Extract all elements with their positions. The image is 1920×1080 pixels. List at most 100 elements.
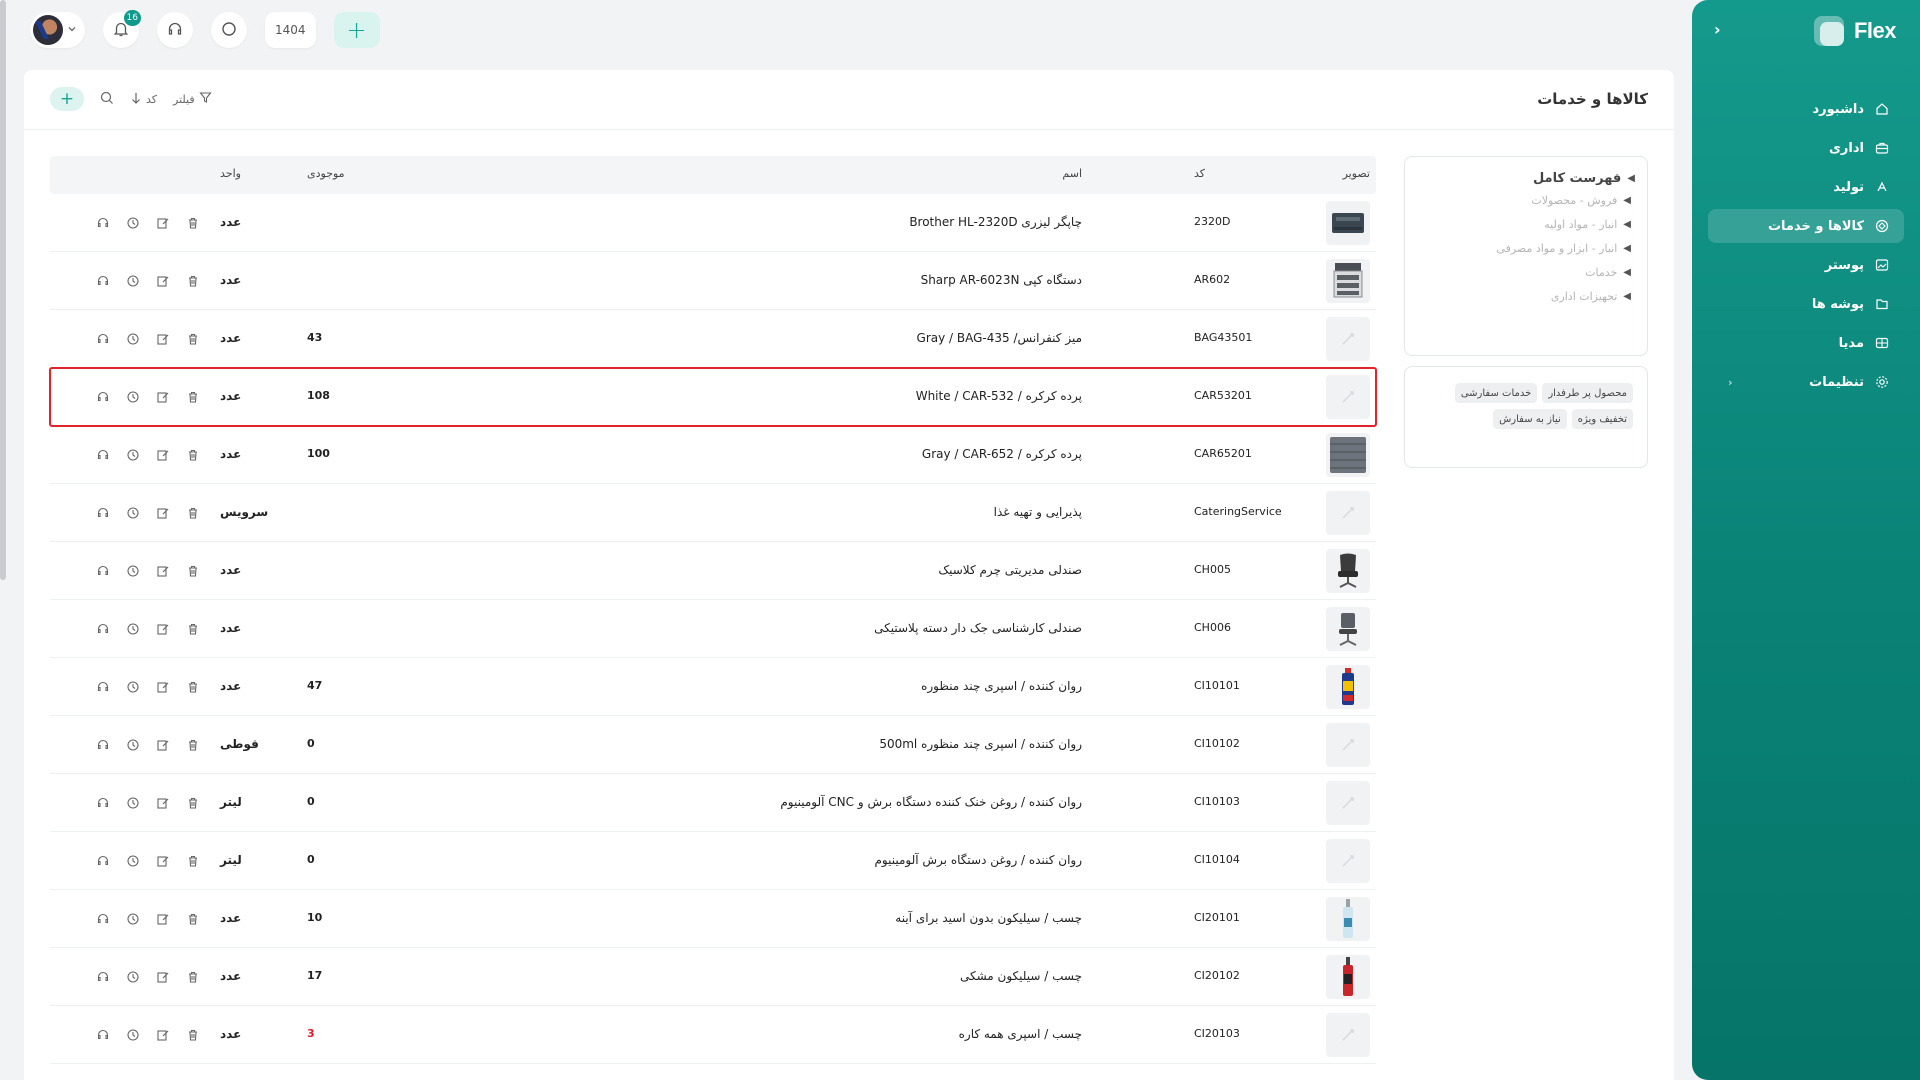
trash-icon[interactable] <box>184 852 202 870</box>
table-row[interactable]: CI20102 چسب / سیلیکون مشکی 17 عدد <box>50 948 1376 1006</box>
table-row[interactable]: CI10104 روان کننده / روغن دستگاه برش آلوم… <box>50 832 1376 890</box>
user-menu[interactable] <box>30 12 85 48</box>
search-button[interactable] <box>211 12 247 48</box>
history-icon[interactable] <box>124 272 142 290</box>
history-icon[interactable] <box>124 388 142 406</box>
trash-icon[interactable] <box>184 504 202 522</box>
edit-icon[interactable] <box>154 446 172 464</box>
support-icon[interactable] <box>94 272 112 290</box>
trash-icon[interactable] <box>184 736 202 754</box>
edit-icon[interactable] <box>154 272 172 290</box>
support-icon[interactable] <box>94 794 112 812</box>
support-icon[interactable] <box>94 1026 112 1044</box>
support-icon[interactable] <box>94 330 112 348</box>
sidebar-item-3[interactable]: کالاها و خدمات <box>1708 209 1904 243</box>
edit-icon[interactable] <box>154 910 172 928</box>
support-icon[interactable] <box>94 562 112 580</box>
sidebar-item-4[interactable]: پوستر <box>1708 248 1904 282</box>
edit-icon[interactable] <box>154 214 172 232</box>
col-code-header[interactable]: کد <box>1194 167 1314 180</box>
tag-chip[interactable]: تخفیف ویژه <box>1571 409 1633 429</box>
category-item[interactable]: ◀ انبار - مواد اولیه <box>1417 218 1635 231</box>
support-icon[interactable] <box>94 504 112 522</box>
history-icon[interactable] <box>124 852 142 870</box>
trash-icon[interactable] <box>184 678 202 696</box>
table-row-selected[interactable]: CAR53201 پرده کرکره / White / CAR-532 108 ع… <box>49 367 1377 427</box>
item-name[interactable]: روان کننده / روغن دستگاه برش آلومینیوم <box>362 853 1082 867</box>
tag-chip[interactable]: خدمات سفارشی <box>1454 383 1538 403</box>
table-row[interactable]: CI10101 روان کننده / اسپری چند منظوره 47 عد… <box>50 658 1376 716</box>
edit-icon[interactable] <box>154 678 172 696</box>
table-row[interactable]: CAR65201 پرده کرکره / Gray / CAR-652 100 عد… <box>50 426 1376 484</box>
sidebar-item-2[interactable]: تولید <box>1708 170 1904 204</box>
item-name[interactable]: روان کننده / اسپری چند منظوره 500ml <box>362 737 1082 751</box>
support-icon[interactable] <box>94 214 112 232</box>
sidebar-item-0[interactable]: داشبورد <box>1708 92 1904 126</box>
search-list-button[interactable] <box>100 91 114 108</box>
trash-icon[interactable] <box>184 388 202 406</box>
table-row[interactable]: AR602 دستگاه کپی Sharp AR-6023N عدد <box>50 252 1376 310</box>
category-item[interactable]: ◀ انبار - ابزار و مواد مصرفی <box>1417 242 1635 255</box>
trash-icon[interactable] <box>184 910 202 928</box>
support-icon[interactable] <box>94 968 112 986</box>
history-icon[interactable] <box>124 562 142 580</box>
history-icon[interactable] <box>124 1026 142 1044</box>
support-icon[interactable] <box>94 446 112 464</box>
item-name[interactable]: صندلی کارشناسی جک دار دسته پلاستیکی <box>362 621 1082 635</box>
edit-icon[interactable] <box>154 1026 172 1044</box>
app-logo[interactable]: Flex <box>1813 16 1897 46</box>
item-name[interactable]: چسب / سیلیکون مشکی <box>362 969 1082 983</box>
filter-button[interactable]: فیلتر <box>173 91 212 107</box>
edit-icon[interactable] <box>154 620 172 638</box>
edit-icon[interactable] <box>154 330 172 348</box>
support-icon[interactable] <box>94 678 112 696</box>
history-icon[interactable] <box>124 736 142 754</box>
sidebar-item-5[interactable]: پوشه ها <box>1708 287 1904 321</box>
item-name[interactable]: روان کننده / روغن خنک کننده دستگاه برش و… <box>362 795 1082 809</box>
trash-icon[interactable] <box>184 794 202 812</box>
add-item-button[interactable]: + <box>50 87 84 111</box>
col-stock-header[interactable]: موجودی <box>307 167 357 180</box>
history-icon[interactable] <box>124 910 142 928</box>
fiscal-year-selector[interactable]: 1404 <box>265 12 316 48</box>
item-name[interactable]: پرده کرکره / White / CAR-532 <box>362 389 1082 403</box>
table-row[interactable]: CI20101 چسب / سیلیکون بدون اسید برای آینه… <box>50 890 1376 948</box>
history-icon[interactable] <box>124 620 142 638</box>
trash-icon[interactable] <box>184 272 202 290</box>
quick-add-button[interactable]: + <box>333 12 380 48</box>
history-icon[interactable] <box>124 214 142 232</box>
table-row[interactable]: CH005 صندلی مدیریتی چرم کلاسیک عدد <box>50 542 1376 600</box>
support-icon[interactable] <box>94 910 112 928</box>
support-icon[interactable] <box>94 620 112 638</box>
collapse-sidebar-button[interactable]: ‹ <box>1714 20 1721 39</box>
trash-icon[interactable] <box>184 968 202 986</box>
item-name[interactable]: صندلی مدیریتی چرم کلاسیک <box>362 563 1082 577</box>
history-icon[interactable] <box>124 504 142 522</box>
edit-icon[interactable] <box>154 968 172 986</box>
table-row[interactable]: 2320D چاپگر لیزری Brother HL-2320D عدد <box>50 194 1376 252</box>
chevron-left-icon[interactable]: ‹ <box>1728 376 1733 389</box>
sidebar-item-6[interactable]: مدیا <box>1708 326 1904 360</box>
trash-icon[interactable] <box>184 214 202 232</box>
history-icon[interactable] <box>124 968 142 986</box>
trash-icon[interactable] <box>184 562 202 580</box>
edit-icon[interactable] <box>154 852 172 870</box>
table-row[interactable]: CI10103 روان کننده / روغن خنک کننده دستگا… <box>50 774 1376 832</box>
category-item[interactable]: ◀ فروش - محصولات <box>1417 194 1635 207</box>
trash-icon[interactable] <box>184 620 202 638</box>
tag-chip[interactable]: محصول پر طرفدار <box>1542 383 1633 403</box>
table-row[interactable]: BAG43501 میز کنفرانس/ Gray / BAG-435 43 عدد <box>50 310 1376 368</box>
trash-icon[interactable] <box>184 1026 202 1044</box>
col-unit-header[interactable]: واحد <box>220 167 280 180</box>
table-row[interactable]: CH006 صندلی کارشناسی جک دار دسته پلاستیکی… <box>50 600 1376 658</box>
history-icon[interactable] <box>124 678 142 696</box>
support-icon[interactable] <box>94 852 112 870</box>
support-icon[interactable] <box>94 736 112 754</box>
tag-chip[interactable]: نیاز به سفارش <box>1493 409 1567 429</box>
col-name-header[interactable]: اسم <box>362 167 1082 180</box>
table-row[interactable]: CI10102 روان کننده / اسپری چند منظوره 500… <box>50 716 1376 774</box>
item-name[interactable]: چاپگر لیزری Brother HL-2320D <box>362 215 1082 229</box>
item-name[interactable]: میز کنفرانس/ Gray / BAG-435 <box>362 331 1082 345</box>
sort-button[interactable]: کد <box>130 91 157 108</box>
item-name[interactable]: روان کننده / اسپری چند منظوره <box>362 679 1082 693</box>
